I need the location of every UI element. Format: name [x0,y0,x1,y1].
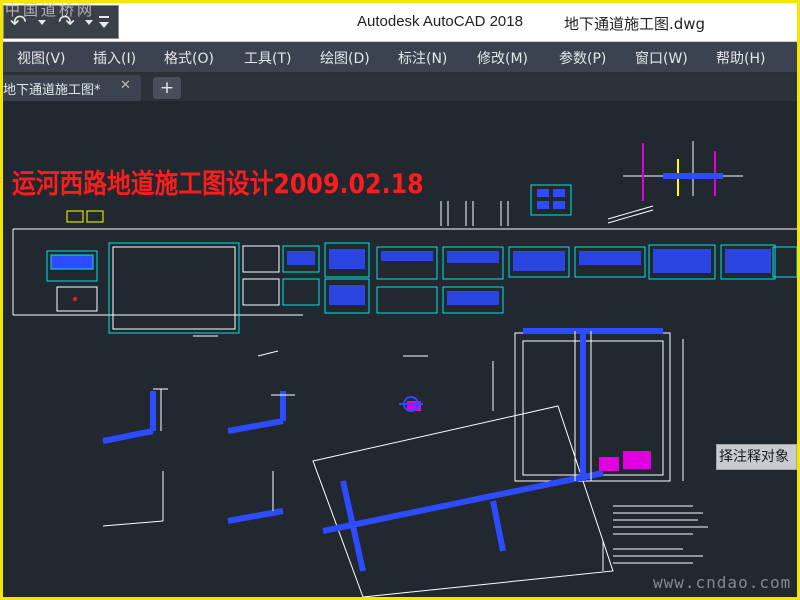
tab-drawing[interactable]: 地下通道施工图* ✕ [3,75,141,101]
watermark-bottom-right: www.cndao.com [653,573,792,592]
redo-icon[interactable]: ↷ [58,9,75,35]
menu-parameters[interactable]: 参数(P) [559,48,606,68]
menu-bar: 视图(V) 插入(I) 格式(O) 工具(T) 绘图(D) 标注(N) 修改(M… [3,42,797,73]
menu-window[interactable]: 窗口(W) [635,48,688,68]
notes-block [613,505,708,564]
customize-bar-icon [99,16,109,18]
customize-dropdown-icon[interactable] [99,22,109,28]
quick-access-toolbar: ↶ ↷ [3,5,119,39]
menu-dimension[interactable]: 标注(N) [398,48,447,68]
autocad-window: ↶ ↷ 中国道桥网 Autodesk AutoCAD 2018 地下通道施工图.… [3,3,797,597]
close-icon[interactable]: ✕ [120,78,131,93]
menu-help[interactable]: 帮助(H) [716,48,765,68]
menu-draw[interactable]: 绘图(D) [320,48,370,68]
drawing-canvas[interactable]: 运河西路地道施工图设计2009.02.18 择注释对象 www.cndao.co… [3,101,797,597]
undo-icon[interactable]: ↶ [10,9,27,35]
underpass-corridors [102,328,663,572]
title-bar: ↶ ↷ 中国道桥网 Autodesk AutoCAD 2018 地下通道施工图.… [3,3,797,42]
menu-modify[interactable]: 修改(M) [477,48,528,68]
undo-dropdown-icon[interactable] [38,20,46,25]
drawing-title: 运河西路地道施工图设计2009.02.18 [12,169,424,200]
app-title: Autodesk AutoCAD 2018 [357,13,523,30]
menu-tools[interactable]: 工具(T) [244,48,291,68]
corridor-labels [407,401,651,471]
file-tab-bar: 地下通道施工图* ✕ + [3,73,797,101]
redo-dropdown-icon[interactable] [85,20,93,25]
menu-insert[interactable]: 插入(I) [93,48,136,68]
tooltip: 择注释对象 [716,444,797,470]
new-tab-button[interactable]: + [153,77,181,99]
menu-view[interactable]: 视图(V) [17,48,66,68]
tab-label: 地下通道施工图* [3,83,101,98]
menu-format[interactable]: 格式(O) [164,48,214,68]
document-title: 地下通道施工图.dwg [564,15,706,33]
